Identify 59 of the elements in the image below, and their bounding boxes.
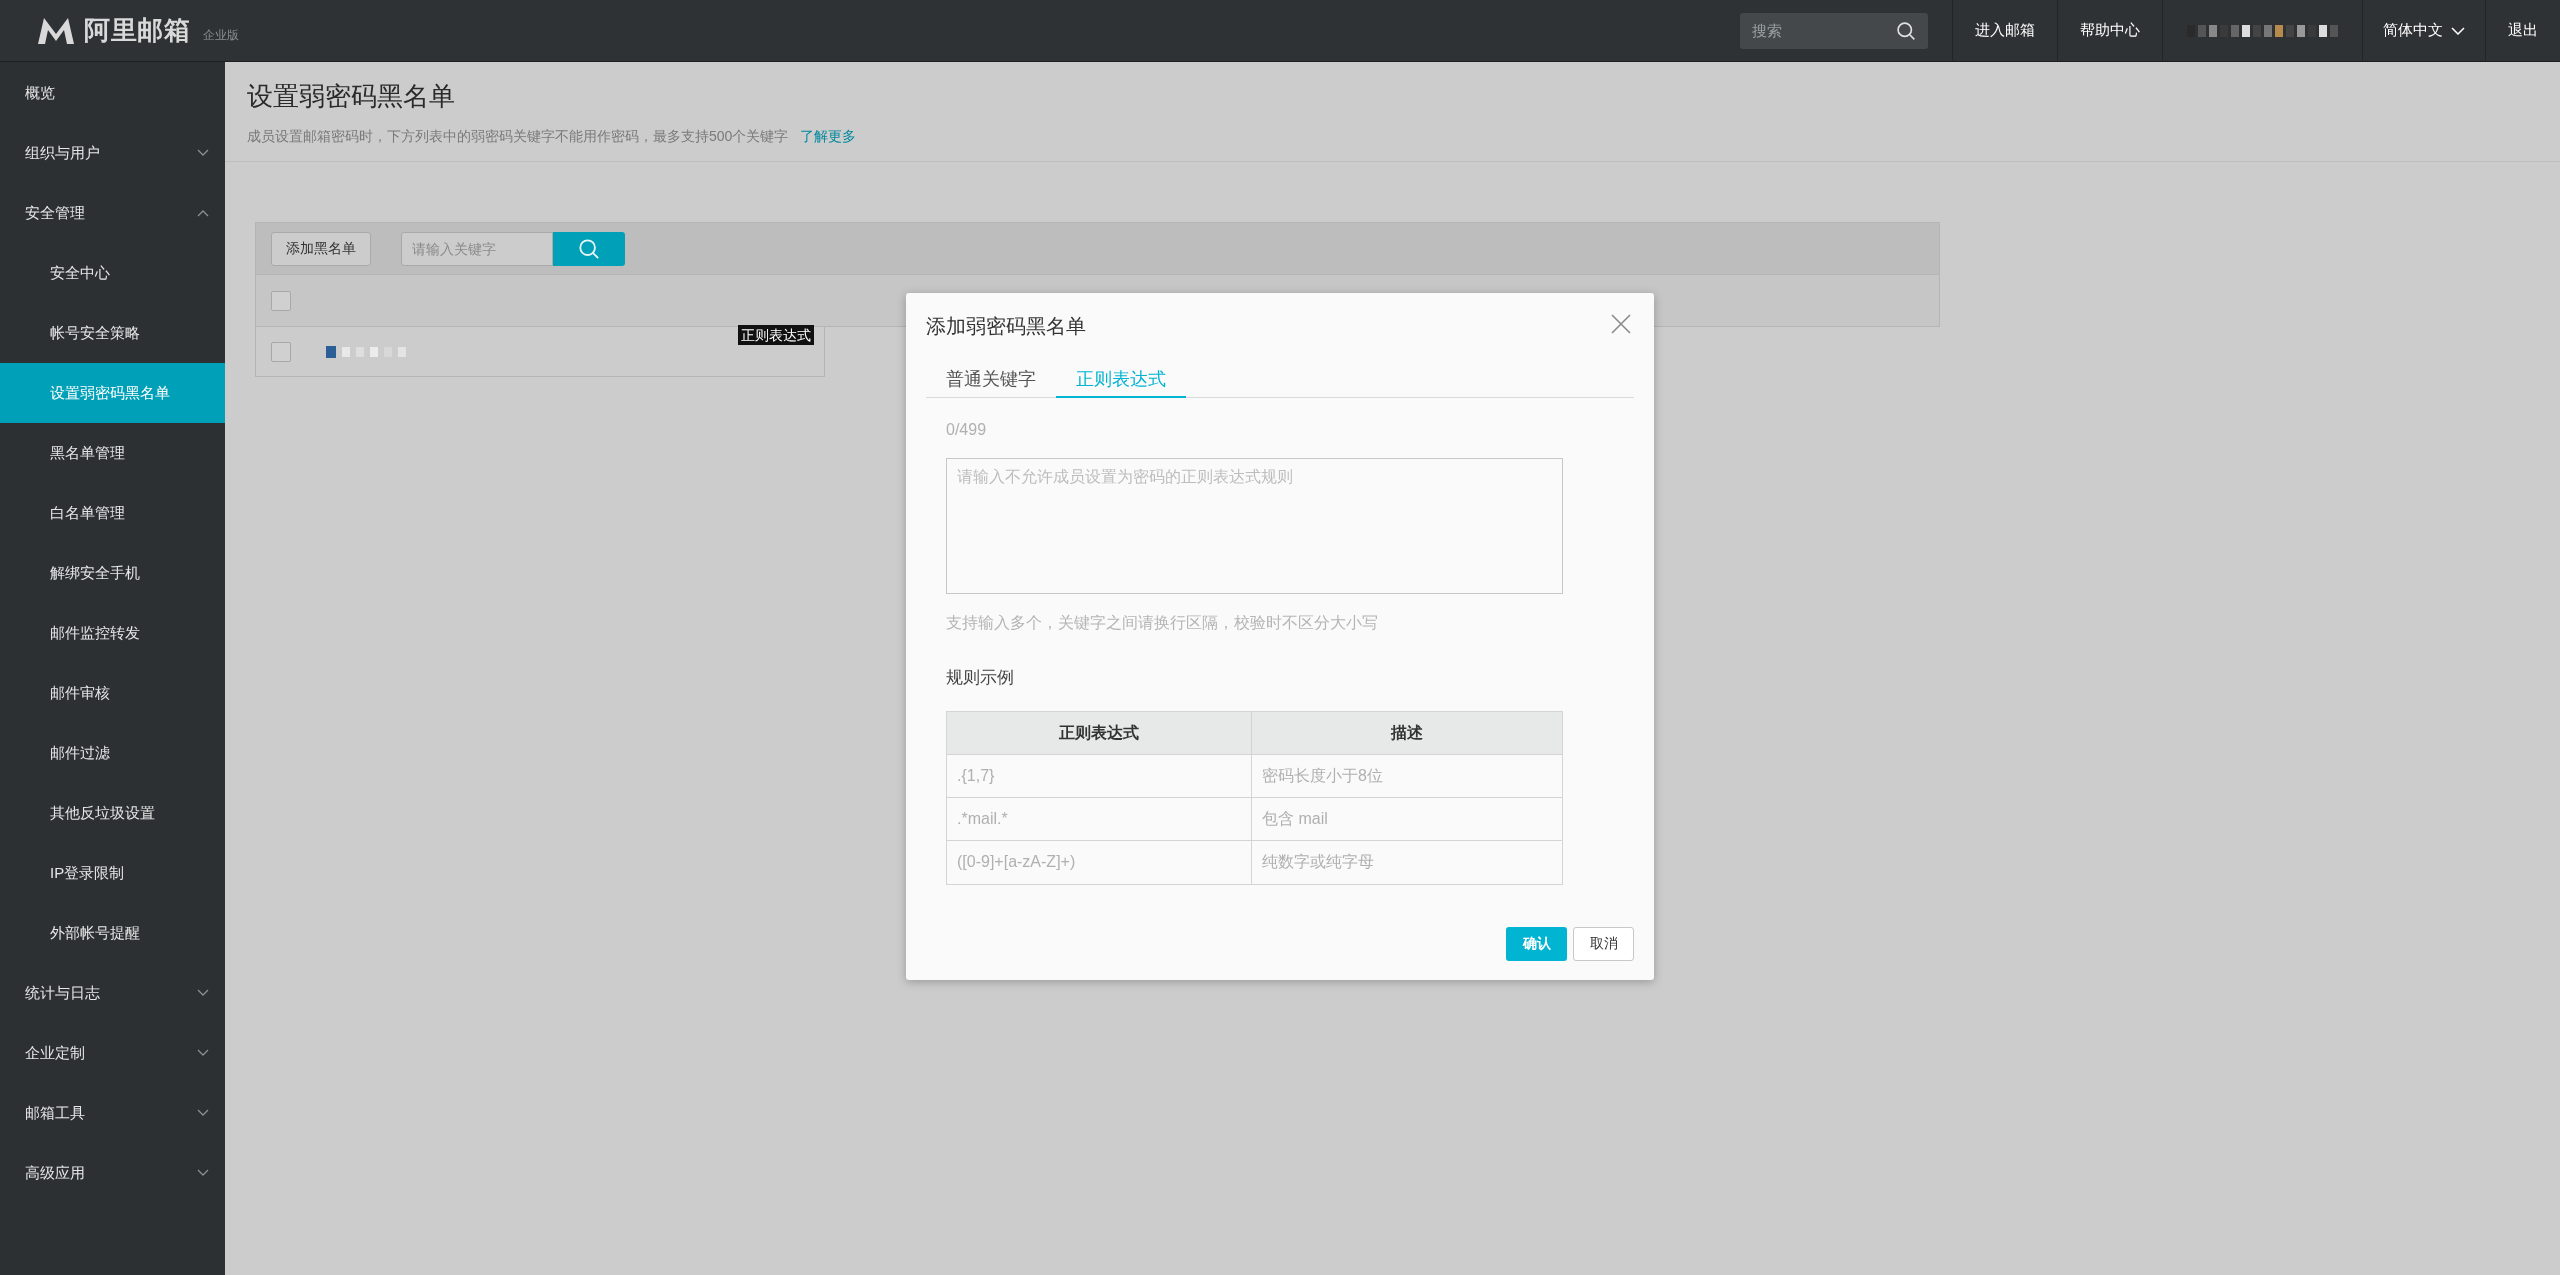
sidebar-item[interactable]: 其他反垃圾设置	[0, 783, 225, 843]
sidebar-item[interactable]: 组织与用户	[0, 123, 225, 183]
search-icon	[578, 237, 600, 260]
table-cell-text: 包含 mail	[1261, 808, 1329, 829]
sidebar-item[interactable]: 帐号安全策略	[0, 303, 225, 363]
sidebar-item[interactable]: 解绑安全手机	[0, 543, 225, 603]
logout-link[interactable]: 退出	[2485, 0, 2560, 62]
nav-link[interactable]: 帮助中心	[2057, 0, 2162, 62]
dialog-tab[interactable]: 普通关键字	[926, 363, 1056, 398]
edition-label: 企业版	[202, 26, 239, 44]
sidebar-item[interactable]: 高级应用	[0, 1143, 225, 1203]
chevron-down-icon	[197, 1049, 209, 1057]
table-cell-text: 纯数字或纯字母	[1261, 852, 1375, 872]
sidebar-item[interactable]: 白名单管理	[0, 483, 225, 543]
sidebar-item[interactable]: 邮件监控转发	[0, 603, 225, 663]
table-cell: .{1,7}	[947, 754, 1252, 797]
sidebar-item[interactable]: 安全管理	[0, 183, 225, 243]
close-icon	[1611, 314, 1631, 334]
language-dropdown[interactable]: 简体中文	[2362, 0, 2485, 62]
examples-heading: 规则示例	[946, 667, 1015, 689]
chevron-down-icon	[197, 1169, 209, 1177]
checkbox[interactable]	[271, 341, 291, 362]
input-hint: 支持输入多个，关键字之间请换行区隔，校验时不区分大小写	[946, 613, 1379, 633]
table-cell-text: 密码长度小于8位	[1261, 765, 1384, 786]
sidebar-item[interactable]: 企业定制	[0, 1023, 225, 1083]
sidebar-item[interactable]: 概览	[0, 63, 225, 123]
sidebar-item[interactable]: 外部帐号提醒	[0, 903, 225, 963]
nav-link[interactable]: 进入邮箱	[1952, 0, 2057, 62]
search-button[interactable]	[553, 231, 625, 266]
chevron-down-icon	[197, 989, 209, 997]
table-cell: .*mail.*	[947, 797, 1252, 840]
sidebar-item[interactable]: IP登录限制	[0, 843, 225, 903]
sidebar-item[interactable]: 安全中心	[0, 243, 225, 303]
chevron-up-icon	[197, 209, 209, 217]
search-icon	[1896, 20, 1916, 41]
page-description: 成员设置邮箱密码时，下方列表中的弱密码关键字不能用作密码，最多支持500个关键字	[247, 127, 789, 146]
character-counter: 0/499	[946, 420, 988, 440]
sidebar-item[interactable]: 邮箱工具	[0, 1083, 225, 1143]
page-title: 设置弱密码黑名单	[247, 80, 456, 113]
regex-rules-field[interactable]: 请输入不允许成员设置为密码的正则表达式规则	[946, 458, 1563, 594]
column-header: 正则表达式	[947, 711, 1252, 754]
chevron-down-icon	[197, 149, 209, 157]
table-cell: ([0-9]+[a-zA-Z]+)	[947, 840, 1252, 884]
search-field[interactable]: 搜索	[1740, 12, 1928, 49]
sidebar-item[interactable]: 统计与日志	[0, 963, 225, 1023]
cancel-button[interactable]: 取消	[1573, 926, 1634, 961]
logo-text: 阿里邮箱	[84, 14, 191, 47]
close-button[interactable]	[1611, 313, 1633, 335]
sidebar-item[interactable]: 邮件过滤	[0, 723, 225, 783]
dialog-title: 添加弱密码黑名单	[926, 314, 1086, 339]
sidebar-item[interactable]: 黑名单管理	[0, 423, 225, 483]
checkbox[interactable]	[271, 290, 291, 311]
sidebar-item[interactable]: 邮件审核	[0, 663, 225, 723]
column-header: 描述	[1389, 722, 1424, 743]
keyword-search-field[interactable]: 请输入关键字	[401, 231, 553, 266]
tooltip: 正则表达式	[738, 325, 814, 345]
chevron-down-icon	[2451, 26, 2465, 35]
chevron-down-icon	[197, 1109, 209, 1117]
add-blacklist-button[interactable]: 添加黑名单	[271, 231, 371, 266]
